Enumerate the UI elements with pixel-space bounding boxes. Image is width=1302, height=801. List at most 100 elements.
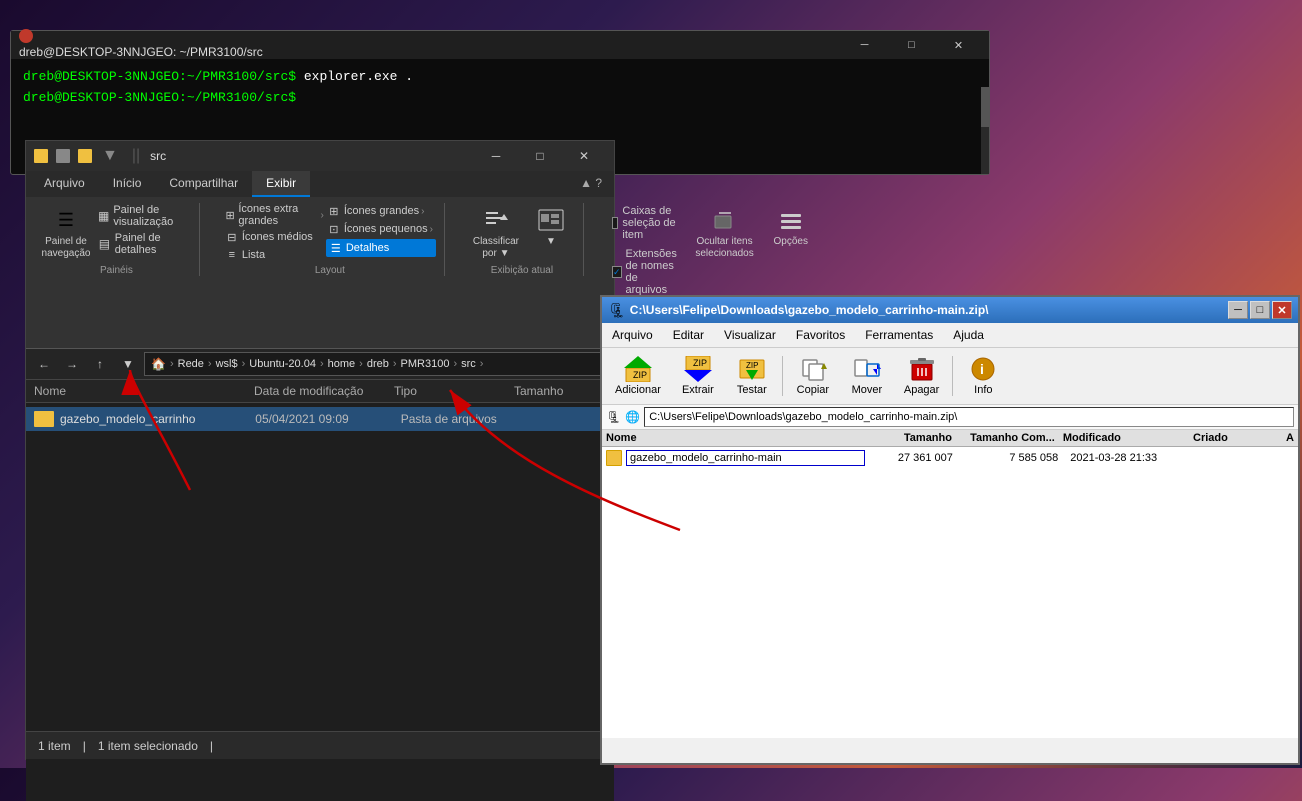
zip-file-list: gazebo_modelo_carrinho-main 27 361 007 7… bbox=[602, 447, 1298, 738]
path-wsl[interactable]: wsl$ bbox=[216, 358, 238, 370]
terminal-close-button[interactable]: ✕ bbox=[936, 34, 981, 56]
path-ubuntu[interactable]: Ubuntu-20.04 bbox=[249, 358, 316, 370]
options-icon bbox=[777, 206, 805, 234]
path-pmr[interactable]: PMR3100 bbox=[401, 358, 450, 370]
col-header-type[interactable]: Tipo bbox=[394, 384, 514, 398]
path-dreb[interactable]: dreb bbox=[367, 358, 389, 370]
zip-close-button[interactable]: ✕ bbox=[1272, 301, 1292, 319]
col-header-size[interactable]: Tamanho bbox=[514, 384, 594, 398]
explorer-minimize-button[interactable]: ─ bbox=[474, 142, 518, 170]
file-type: Pasta de arquivos bbox=[401, 412, 521, 426]
explorer-column-headers: Nome Data de modificação Tipo Tamanho bbox=[26, 380, 614, 403]
path-sep-4: › bbox=[320, 358, 324, 370]
zip-tool-add[interactable]: ZIP Adicionar bbox=[606, 351, 670, 401]
icon-extra-large: ⊞ bbox=[224, 207, 236, 223]
up-button[interactable]: ↑ bbox=[88, 352, 112, 376]
group-icon bbox=[537, 206, 565, 234]
icon-small: ⊡ bbox=[326, 221, 342, 237]
ribbon-item-options[interactable]: Opções bbox=[766, 203, 816, 251]
zip-addr-icon: 🗜 bbox=[606, 410, 621, 424]
zip-col-header-name[interactable]: Nome bbox=[606, 432, 866, 444]
zip-menu-ajuda[interactable]: Ajuda bbox=[943, 325, 994, 345]
zip-col-header-created[interactable]: Criado bbox=[1193, 432, 1286, 444]
col-header-date[interactable]: Data de modificação bbox=[254, 384, 394, 398]
address-path-bar[interactable]: 🏠 › Rede › wsl$ › Ubuntu-20.04 › home › … bbox=[144, 352, 608, 376]
zip-maximize-button[interactable]: □ bbox=[1250, 301, 1270, 319]
extract-label: Extrair bbox=[682, 384, 714, 396]
zip-window: 🗜 C:\Users\Felipe\Downloads\gazebo_model… bbox=[600, 295, 1300, 765]
terminal-cmd-1: explorer.exe . bbox=[296, 69, 413, 84]
recent-button[interactable]: ▼ bbox=[116, 352, 140, 376]
svg-text:i: i bbox=[980, 361, 984, 377]
zip-tool-info[interactable]: i Info bbox=[957, 351, 1009, 401]
ribbon-item-hide-selected[interactable]: Ocultar itensselecionados bbox=[691, 203, 757, 263]
zip-menu-ferramentas[interactable]: Ferramentas bbox=[855, 325, 943, 345]
ribbon-tab-compartilhar[interactable]: Compartilhar bbox=[155, 171, 252, 197]
terminal-body: dreb@DESKTOP-3NNJGEO:~/PMR3100/src$ expl… bbox=[11, 59, 989, 146]
info-icon: i bbox=[969, 356, 997, 382]
zip-menu-visualizar[interactable]: Visualizar bbox=[714, 325, 786, 345]
zip-menu-arquivo[interactable]: Arquivo bbox=[602, 325, 663, 345]
zip-tool-delete[interactable]: Apagar bbox=[895, 351, 948, 401]
zip-col-header-attr[interactable]: A bbox=[1286, 432, 1294, 444]
zip-col-header-modified[interactable]: Modificado bbox=[1063, 432, 1193, 444]
ribbon-item-sort[interactable]: Classificarpor ▼ bbox=[469, 203, 523, 263]
zip-toolbar: ZIP Adicionar ZIP Extrair ZIP bbox=[602, 348, 1298, 405]
ribbon-item-preview-pane[interactable]: ▦ Painel de visualização bbox=[94, 203, 191, 229]
zip-col-header-size[interactable]: Tamanho bbox=[866, 432, 960, 444]
zip-tool-copy[interactable]: Copiar bbox=[787, 351, 839, 401]
path-rede[interactable]: Rede bbox=[178, 358, 204, 370]
explorer-close-button[interactable]: ✕ bbox=[562, 142, 606, 170]
cb-selection-boxes-label: Caixas de seleção de item bbox=[622, 205, 679, 241]
zip-tool-extract[interactable]: ZIP Extrair bbox=[672, 351, 724, 401]
ribbon-tab-exibir[interactable]: Exibir bbox=[252, 171, 310, 197]
explorer-status-bar: 1 item | 1 item selecionado | bbox=[26, 731, 614, 759]
ribbon-item-group[interactable]: ▼ bbox=[527, 203, 575, 251]
ribbon-tab-inicio[interactable]: Início bbox=[99, 171, 156, 197]
terminal-scrollbar[interactable] bbox=[981, 87, 989, 174]
path-src[interactable]: src bbox=[461, 358, 476, 370]
forward-button[interactable]: → bbox=[60, 352, 84, 376]
zip-menubar: Arquivo Editar Visualizar Favoritos Ferr… bbox=[602, 323, 1298, 348]
zip-address-path[interactable]: C:\Users\Felipe\Downloads\gazebo_modelo_… bbox=[644, 407, 1294, 427]
back-button[interactable]: ← bbox=[32, 352, 56, 376]
zip-menu-editar[interactable]: Editar bbox=[663, 325, 714, 345]
path-sep-8: › bbox=[480, 358, 484, 370]
zip-tool-move[interactable]: Mover bbox=[841, 351, 893, 401]
zip-col-header-compressed[interactable]: Tamanho Com... bbox=[960, 432, 1063, 444]
zip-titlebar: 🗜 C:\Users\Felipe\Downloads\gazebo_model… bbox=[602, 297, 1298, 323]
terminal-maximize-button[interactable]: □ bbox=[889, 34, 934, 56]
chevron-large: › bbox=[421, 206, 424, 217]
zip-app-icon: 🗜 bbox=[608, 302, 626, 319]
status-selected-count: 1 item selecionado bbox=[98, 739, 198, 753]
path-home[interactable]: home bbox=[328, 358, 356, 370]
zip-tool-test[interactable]: ZIP Testar bbox=[726, 351, 778, 401]
cb-selection-boxes[interactable]: Caixas de seleção de item bbox=[608, 203, 683, 243]
col-header-name[interactable]: Nome bbox=[34, 384, 254, 398]
cb-extensions[interactable]: Extensões de nomes de arquivos bbox=[608, 246, 683, 298]
zip-table-row[interactable]: gazebo_modelo_carrinho-main 27 361 007 7… bbox=[602, 447, 1298, 469]
svg-text:ZIP: ZIP bbox=[693, 358, 707, 368]
zip-address-bar: 🗜 🌐 C:\Users\Felipe\Downloads\gazebo_mod… bbox=[602, 405, 1298, 430]
zip-minimize-button[interactable]: ─ bbox=[1228, 301, 1248, 319]
chevron-small: › bbox=[430, 224, 433, 235]
table-row[interactable]: gazebo_modelo_carrinho 05/04/2021 09:09 … bbox=[26, 407, 614, 431]
zip-menu-favoritos[interactable]: Favoritos bbox=[786, 325, 855, 345]
terminal-minimize-button[interactable]: ─ bbox=[842, 34, 887, 56]
status-separator2: | bbox=[210, 739, 213, 753]
delete-icon bbox=[908, 356, 936, 382]
extract-icon: ZIP bbox=[684, 356, 712, 382]
explorer-address-bar: ← → ↑ ▼ 🏠 › Rede › wsl$ › Ubuntu-20.04 ›… bbox=[26, 349, 614, 380]
details-pane-label: Painel de detalhes bbox=[115, 232, 187, 256]
ribbon-item-details-pane[interactable]: ▤ Painel de detalhes bbox=[94, 231, 191, 257]
explorer-maximize-button[interactable]: □ bbox=[518, 142, 562, 170]
terminal-scrollbar-thumb bbox=[981, 87, 989, 127]
zip-addr-icon2: 🌐 bbox=[625, 410, 640, 424]
ribbon-help[interactable]: ▲ ? bbox=[572, 171, 610, 197]
ribbon-item-nav-pane[interactable]: ☰ Painel denavegação bbox=[42, 203, 90, 263]
path-sep-5: › bbox=[359, 358, 363, 370]
ribbon-tab-arquivo[interactable]: Arquivo bbox=[30, 171, 99, 197]
file-date: 05/04/2021 09:09 bbox=[255, 412, 394, 426]
layout-group-label: Layout bbox=[315, 265, 345, 276]
label-small: Ícones pequenos bbox=[344, 223, 428, 235]
